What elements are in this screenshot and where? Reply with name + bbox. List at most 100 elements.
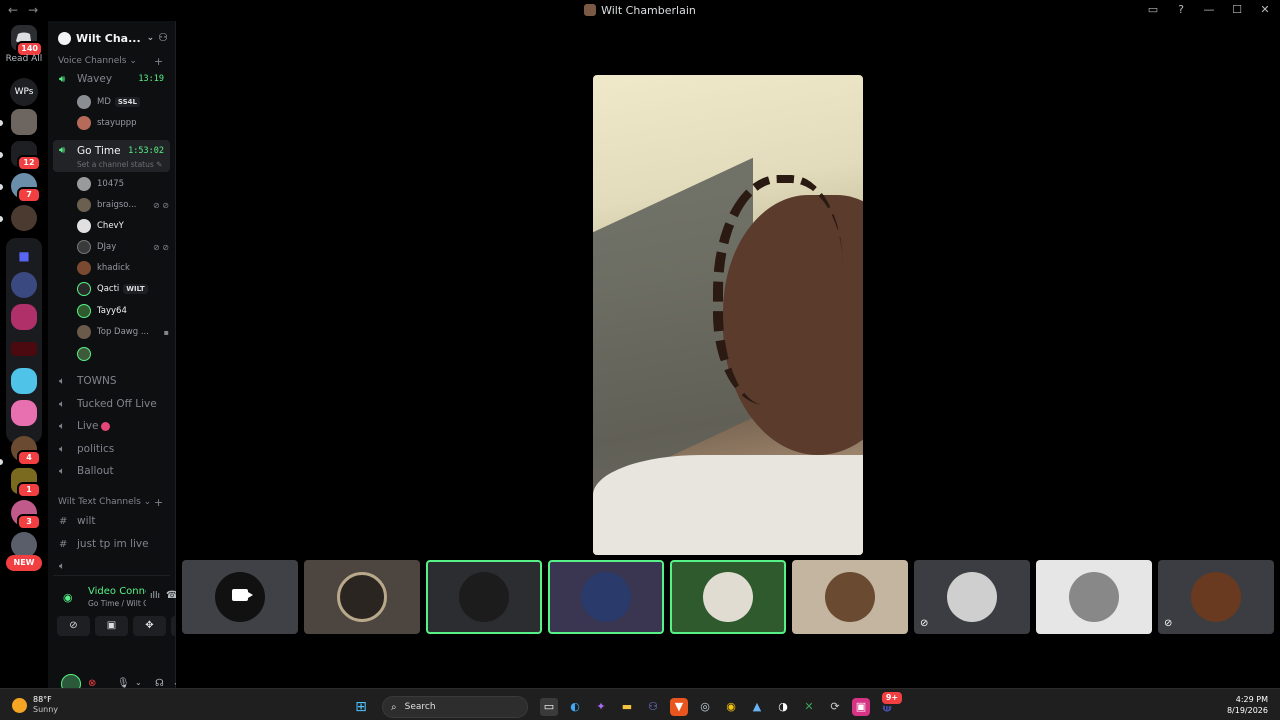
- app-icon[interactable]: ⟳: [826, 698, 844, 716]
- read-all-button[interactable]: Read All: [0, 54, 48, 64]
- camera-toggle-button[interactable]: ⊘: [57, 616, 90, 636]
- edge-browser-icon[interactable]: ◐: [566, 698, 584, 716]
- voice-channel[interactable]: 🔈︎ Tucked Off Live: [53, 394, 170, 414]
- weather-widget[interactable]: 88°F Sunny: [12, 695, 58, 715]
- server-icon[interactable]: [11, 304, 37, 330]
- server-icon[interactable]: 3: [11, 500, 41, 530]
- channel-status[interactable]: Set a channel status ✎: [77, 160, 162, 169]
- voice-member[interactable]: MD SS4L: [77, 93, 169, 111]
- chrome-browser-icon[interactable]: ◉: [722, 698, 740, 716]
- maximize-icon[interactable]: ☐: [1230, 3, 1244, 16]
- participant-avatar: [825, 572, 875, 622]
- voice-member[interactable]: 10475: [77, 175, 169, 193]
- text-channel[interactable]: # wilt: [53, 511, 170, 531]
- voice-member[interactable]: [77, 345, 169, 363]
- activities-button[interactable]: ✥: [133, 616, 166, 636]
- invite-icon[interactable]: ⚇: [158, 31, 168, 44]
- voice-member[interactable]: braigso... ⊘ ⊘: [77, 196, 169, 214]
- voice-channel[interactable]: 🔈︎ Live: [53, 416, 170, 436]
- file-explorer-icon[interactable]: ▬: [618, 698, 636, 716]
- participant-tile[interactable]: ⊘: [914, 560, 1030, 634]
- voice-channel[interactable]: 🔈︎ politics: [53, 439, 170, 459]
- close-icon[interactable]: ✕: [1258, 3, 1272, 16]
- participant-tile[interactable]: ⊘: [1158, 560, 1274, 634]
- voice-member[interactable]: Tayy64: [77, 302, 169, 320]
- server-icon[interactable]: [11, 368, 37, 394]
- participant-tile[interactable]: [792, 560, 908, 634]
- participant-tile-speaking[interactable]: [548, 560, 664, 634]
- participant-tile[interactable]: [182, 560, 298, 634]
- server-icon[interactable]: 7: [11, 173, 41, 203]
- participant-avatar: [1191, 572, 1241, 622]
- help-icon[interactable]: ?: [1174, 3, 1188, 16]
- voice-category[interactable]: Voice Channels ⌄ +: [58, 55, 163, 68]
- server-icon[interactable]: [11, 205, 37, 231]
- voice-channel[interactable]: 🔈︎ Ballout: [53, 461, 170, 481]
- participant-tile[interactable]: [304, 560, 420, 634]
- speaker-icon: 🔊︎: [59, 73, 66, 85]
- focused-video-feed[interactable]: [593, 75, 863, 555]
- server-icon[interactable]: 12: [11, 141, 41, 171]
- voice-member[interactable]: khadick: [77, 259, 169, 277]
- participant-tile-speaking[interactable]: [670, 560, 786, 634]
- taskbar-search[interactable]: ⌕ Search: [382, 696, 528, 718]
- participant-tile[interactable]: [1036, 560, 1152, 634]
- voice-member[interactable]: Top Dawg ... ▪: [77, 323, 169, 341]
- discord-app: ← → Wilt Chamberlain ▭ ? — ☐ ✕ 140 Read …: [0, 0, 1280, 694]
- inbox-icon[interactable]: ▭: [1146, 3, 1160, 16]
- server-icon[interactable]: [11, 342, 37, 356]
- system-clock[interactable]: 4:29 PM 8/19/2026: [1227, 694, 1268, 716]
- steam-icon[interactable]: ◎: [696, 698, 714, 716]
- speaker-icon: 🔈︎: [59, 465, 65, 477]
- discord-taskbar-icon[interactable]: ◍ 9+: [878, 690, 904, 716]
- text-category[interactable]: Wilt Text Channels ⌄ +: [58, 496, 163, 509]
- voice-member[interactable]: DJay ⊘ ⊘: [77, 238, 169, 256]
- noise-suppression-icon[interactable]: ıllı: [150, 591, 160, 601]
- participant-tile-speaking[interactable]: [426, 560, 542, 634]
- task-view-icon[interactable]: ▭: [540, 698, 558, 716]
- brave-browser-icon[interactable]: ▼: [670, 698, 688, 716]
- guild-header[interactable]: Wilt Cha... ⌄ ⚇: [48, 21, 176, 55]
- chevron-down-icon[interactable]: ⌄: [135, 678, 142, 687]
- voice-member[interactable]: Qacti WILT: [77, 280, 169, 298]
- app-icon[interactable]: ▣: [852, 698, 870, 716]
- screen-share-button[interactable]: ▣: [95, 616, 128, 636]
- member-name: stayuppp: [97, 118, 137, 128]
- folder-icon[interactable]: ■: [11, 243, 37, 269]
- deafened-icon: ⊘: [1164, 618, 1173, 629]
- server-icon[interactable]: 1: [11, 468, 41, 498]
- voice-member[interactable]: ChevY: [77, 217, 169, 235]
- windows-start-icon[interactable]: ⊞: [352, 698, 370, 716]
- voice-status-subtitle[interactable]: Go Time / Wilt Ch...: [88, 599, 146, 608]
- epic-launcher-icon[interactable]: ◑: [774, 698, 792, 716]
- video-subject-hair: [713, 175, 843, 405]
- voice-channel-wavey[interactable]: 🔊︎ Wavey 13:19: [53, 69, 170, 89]
- server-icon[interactable]: [11, 272, 37, 298]
- direct-messages-button[interactable]: 140: [11, 25, 43, 57]
- text-channel[interactable]: # just tp im live: [53, 534, 170, 554]
- add-channel-icon[interactable]: +: [154, 496, 163, 509]
- title-bar: ← → Wilt Chamberlain ▭ ? — ☐ ✕: [0, 0, 1280, 21]
- channel-timer: 13:19: [138, 74, 164, 84]
- video-stage: ⊘ ⊘: [176, 21, 1280, 688]
- server-icon[interactable]: 4: [11, 436, 41, 466]
- avatar: [77, 261, 91, 275]
- add-channel-icon[interactable]: +: [154, 55, 163, 68]
- voice-channel[interactable]: 🔈︎: [53, 556, 170, 576]
- photos-icon[interactable]: ▲: [748, 698, 766, 716]
- server-icon[interactable]: [11, 109, 37, 135]
- voice-channel[interactable]: 🔈︎ TOWNS: [53, 371, 170, 391]
- xbox-icon[interactable]: ✕: [800, 698, 818, 716]
- new-unreads-button[interactable]: NEW: [6, 555, 42, 571]
- hashtag-icon: #: [59, 538, 68, 550]
- copilot-icon[interactable]: ✦: [592, 698, 610, 716]
- connection-signal-icon[interactable]: ◉: [63, 591, 73, 604]
- server-icon[interactable]: [11, 400, 37, 426]
- channel-name: just tp im live: [77, 538, 149, 550]
- member-name: Qacti: [97, 284, 120, 294]
- teams-icon[interactable]: ⚇: [644, 698, 662, 716]
- minimize-icon[interactable]: —: [1202, 3, 1216, 16]
- server-wps[interactable]: WPs: [10, 78, 38, 106]
- window-title-text: Wilt Chamberlain: [601, 4, 696, 17]
- voice-member[interactable]: stayuppp: [77, 114, 169, 132]
